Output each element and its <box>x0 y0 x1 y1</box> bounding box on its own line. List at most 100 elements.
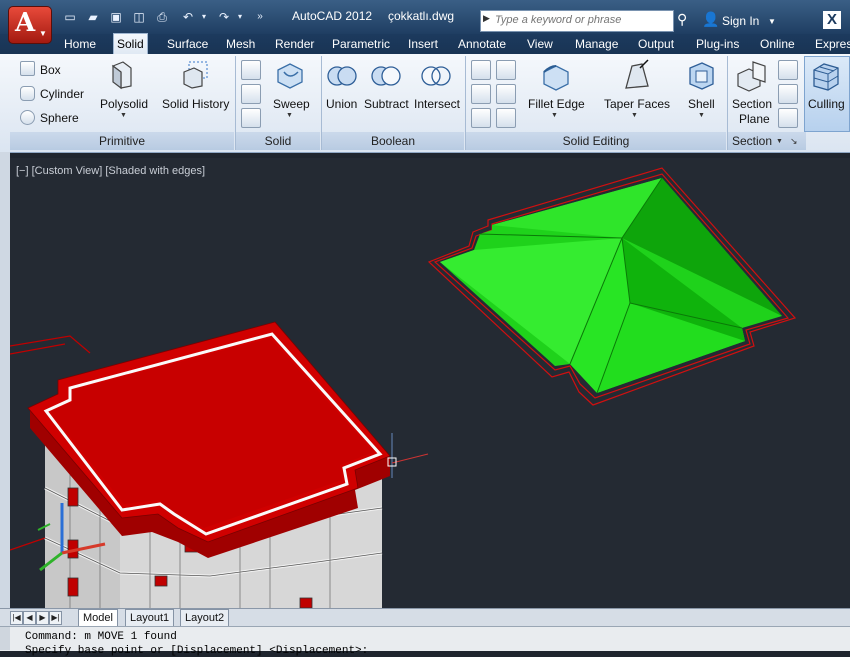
chevron-down-icon: ▼ <box>39 29 47 38</box>
first-layout-icon[interactable]: |◀ <box>10 611 23 625</box>
section-plane-button[interactable]: Section <box>732 97 772 111</box>
app-title: AutoCAD 2012 <box>292 9 373 23</box>
redo-icon[interactable]: ↷ <box>216 10 232 24</box>
undo-dropdown-icon[interactable]: ▾ <box>196 10 212 24</box>
loft-icon[interactable] <box>241 108 261 128</box>
red-outline-line <box>10 537 46 551</box>
dialog-launcher-icon[interactable]: ↘ <box>790 136 798 147</box>
binoculars-icon[interactable]: ⚲ <box>677 11 687 28</box>
section-panel-label: Section <box>732 134 773 148</box>
add-jog-icon[interactable] <box>778 84 798 104</box>
tab-layout2[interactable]: Layout2 <box>180 609 230 627</box>
chevron-down-icon[interactable]: ▼ <box>551 112 558 119</box>
extrude-faces-icon[interactable] <box>496 84 516 104</box>
fillet-edge-icon <box>543 65 569 91</box>
live-section-icon[interactable] <box>778 60 798 80</box>
red-outline-line <box>10 335 91 354</box>
section-plane-label: Plane <box>739 112 770 126</box>
subtract-icon <box>371 66 401 86</box>
tab-surface[interactable]: Surface <box>164 34 211 54</box>
section-plane-icon <box>737 61 766 92</box>
crosshair-cursor <box>387 433 429 478</box>
tab-manage[interactable]: Manage <box>572 34 621 54</box>
sphere-button[interactable]: Sphere <box>40 111 79 125</box>
shell-button[interactable]: Shell <box>688 97 715 111</box>
red-outline-line <box>10 343 66 355</box>
tab-plug-ins[interactable]: Plug-ins <box>693 34 742 54</box>
chevron-down-icon[interactable]: ▼ <box>698 112 705 119</box>
undo-icon[interactable]: ↶ <box>180 10 196 24</box>
next-layout-icon[interactable]: ▶ <box>36 611 49 625</box>
cylinder-button[interactable]: Cylinder <box>40 87 84 101</box>
primitive-panel-title: Primitive <box>10 132 234 150</box>
chevron-down-icon[interactable]: ▼ <box>120 112 127 119</box>
shell-icon <box>689 62 714 90</box>
polysolid-icon <box>111 61 132 90</box>
save-icon[interactable]: ▣ <box>108 10 124 24</box>
tab-parametric[interactable]: Parametric <box>329 34 393 54</box>
union-button[interactable]: Union <box>326 97 357 111</box>
search-expand-icon[interactable]: ▶ <box>483 13 490 24</box>
tab-solid[interactable]: Solid <box>113 33 148 55</box>
tab-render[interactable]: Render <box>272 34 317 54</box>
sign-in-link[interactable]: Sign In <box>722 14 759 28</box>
tab-layout1[interactable]: Layout1 <box>125 609 175 627</box>
user-icon: 👤 <box>702 11 720 27</box>
prev-layout-icon[interactable]: ◀ <box>23 611 36 625</box>
offset-edge-icon[interactable] <box>496 108 516 128</box>
redo-dropdown-icon[interactable]: ▾ <box>232 10 248 24</box>
intersect-button[interactable]: Intersect <box>414 97 460 111</box>
polysolid-button[interactable]: Polysolid <box>100 97 148 111</box>
more-icon[interactable]: » <box>252 10 268 24</box>
print-icon[interactable]: ⎙ <box>154 10 170 24</box>
green-roof <box>427 167 797 406</box>
autocad-logo-icon: A <box>15 8 36 38</box>
intersect-icon <box>421 66 451 86</box>
chevron-down-icon[interactable]: ▼ <box>776 138 783 145</box>
open-icon[interactable]: ▰ <box>85 10 101 24</box>
cylinder-icon <box>20 86 35 101</box>
chevron-down-icon[interactable]: ▼ <box>286 112 293 119</box>
slice-icon[interactable] <box>471 84 491 104</box>
tab-annotate[interactable]: Annotate <box>455 34 509 54</box>
application-menu-button[interactable]: A ▼ <box>8 6 52 44</box>
fillet-edge-button[interactable]: Fillet Edge <box>528 97 585 111</box>
last-layout-icon[interactable]: ▶| <box>49 611 62 625</box>
extrude-icon[interactable] <box>241 60 261 80</box>
union-icon <box>327 66 357 86</box>
tab-insert[interactable]: Insert <box>405 34 441 54</box>
tab-mesh[interactable]: Mesh <box>223 34 258 54</box>
command-prompt-line: Specify base point or [Displacement] <Di… <box>25 645 369 657</box>
taper-faces-button[interactable]: Taper Faces <box>604 97 670 111</box>
command-line-grip[interactable] <box>0 627 10 650</box>
tab-home[interactable]: Home <box>61 34 99 54</box>
revolve-icon[interactable] <box>241 84 261 104</box>
search-input[interactable] <box>495 12 670 28</box>
generate-section-icon[interactable] <box>778 108 798 128</box>
solid-history-button[interactable]: Solid History <box>162 97 229 111</box>
tab-model[interactable]: Model <box>78 609 118 627</box>
saveas-icon[interactable]: ◫ <box>131 10 147 24</box>
chevron-down-icon[interactable]: ▼ <box>768 17 776 26</box>
box-button[interactable]: Box <box>40 63 61 77</box>
solid-editing-panel-title: Solid Editing <box>466 132 726 150</box>
taper-faces-icon <box>625 59 649 89</box>
model-drawing[interactable] <box>10 158 850 608</box>
imprint-icon[interactable] <box>471 108 491 128</box>
tab-express[interactable]: Express <box>812 34 850 54</box>
tab-view[interactable]: View <box>524 34 556 54</box>
interfere-icon[interactable] <box>471 60 491 80</box>
command-history-line: Command: m MOVE 1 found <box>25 631 177 643</box>
tab-online[interactable]: Online <box>757 34 798 54</box>
new-icon[interactable]: ▭ <box>62 10 78 24</box>
subtract-button[interactable]: Subtract <box>364 97 409 111</box>
exchange-icon[interactable]: X <box>823 11 841 29</box>
extract-edges-icon[interactable] <box>496 60 516 80</box>
sweep-button[interactable]: Sweep <box>273 97 310 111</box>
tab-output[interactable]: Output <box>635 34 677 54</box>
culling-button[interactable]: Culling <box>808 97 845 111</box>
chevron-down-icon[interactable]: ▼ <box>631 112 638 119</box>
boolean-panel-title: Boolean <box>322 132 464 150</box>
file-name: çokkatlı.dwg <box>388 9 455 23</box>
box-icon <box>20 61 35 76</box>
